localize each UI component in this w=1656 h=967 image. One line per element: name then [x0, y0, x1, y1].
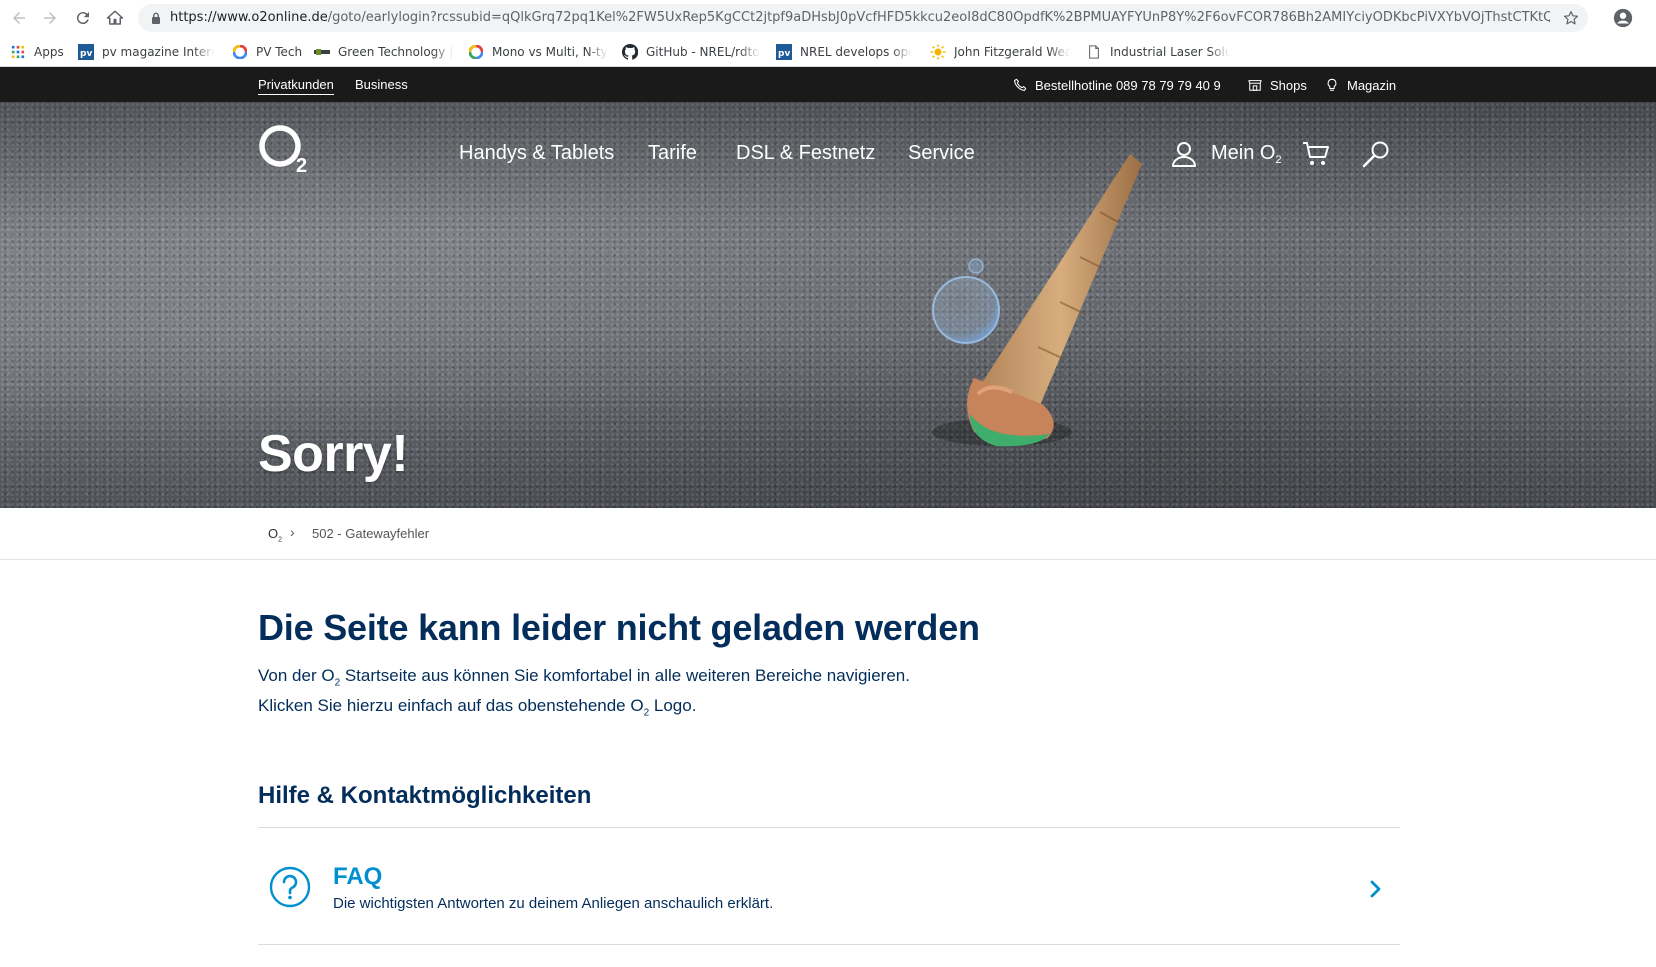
google-icon	[468, 44, 484, 60]
hero-title: Sorry!	[258, 425, 409, 483]
bookmark-apps[interactable]: Apps	[10, 43, 66, 61]
bookmark-label: Green Technology | C	[338, 45, 454, 59]
bookmark-label: pv magazine Internat	[102, 45, 214, 59]
bookmark-pv-tech[interactable]: PV Tech	[232, 43, 302, 61]
url-text[interactable]: https://www.o2online.de/goto/earlylogin?…	[170, 10, 1550, 25]
o2-logo[interactable]: 2	[258, 124, 314, 174]
bookmark-nrel-develops[interactable]: pv NREL develops open	[776, 43, 912, 61]
faq-description: Die wichtigsten Antworten zu deinem Anli…	[333, 895, 774, 912]
help-section-title: Hilfe & Kontaktmöglichkeiten	[258, 782, 592, 809]
shop-icon	[1248, 80, 1262, 91]
body-text-line-1: Von der O2 Startseite aus können Sie kom…	[258, 666, 910, 688]
bookmark-green-technology[interactable]: Green Technology | C	[314, 43, 454, 61]
hero-banner: 2 Handys & Tablets Tarife DSL & Festnetz…	[0, 102, 1656, 508]
address-bar[interactable]: https://www.o2online.de/goto/earlylogin?…	[138, 4, 1588, 32]
page-icon	[1086, 44, 1102, 60]
body-text-part: Von der O	[258, 666, 335, 685]
search-icon[interactable]	[1362, 140, 1390, 168]
cart-icon[interactable]	[1302, 140, 1330, 168]
profile-icon[interactable]	[1612, 7, 1634, 29]
bookmarks-bar: Apps pv pv magazine Internat PV Tech Gre…	[0, 36, 1656, 67]
question-circle-icon	[269, 866, 311, 908]
shops-link[interactable]: Shops	[1248, 77, 1307, 93]
sun-icon	[930, 44, 946, 60]
hotline-label: Bestellhotline 089 78 79 79 40 9	[1035, 77, 1221, 93]
back-icon[interactable]	[8, 7, 30, 29]
bookmark-pv-magazine[interactable]: pv pv magazine Internat	[78, 43, 214, 61]
body-text-part: Klicken Sie hierzu einfach auf das obens…	[258, 696, 644, 715]
lock-icon	[152, 12, 160, 24]
star-icon[interactable]	[1562, 9, 1580, 27]
mein-o2-link[interactable]: Mein O2	[1211, 142, 1282, 166]
github-icon	[622, 44, 638, 60]
green-tech-icon	[314, 44, 330, 60]
bookmark-label: Apps	[34, 45, 64, 59]
breadcrumb-home-sub: 2	[278, 536, 283, 544]
ice-cream-cone-image	[932, 154, 1142, 447]
faq-title: FAQ	[333, 863, 383, 890]
body-text-part: Logo.	[649, 696, 697, 715]
nav-tarife[interactable]: Tarife	[648, 142, 697, 165]
topbar-link-business[interactable]: Business	[355, 77, 408, 92]
browser-toolbar: https://www.o2online.de/goto/earlylogin?…	[0, 0, 1656, 36]
mein-o2-label: Mein O	[1211, 142, 1276, 164]
magazin-link[interactable]: Magazin	[1325, 77, 1396, 93]
faq-divider	[258, 944, 1400, 945]
breadcrumb-home[interactable]: O2	[268, 526, 282, 544]
breadcrumb-current: 502 - Gatewayfehler	[312, 526, 430, 541]
bookmark-label: PV Tech	[256, 45, 302, 59]
reload-icon[interactable]	[72, 7, 94, 29]
chevron-right-icon	[1370, 880, 1381, 898]
user-icon[interactable]	[1170, 140, 1198, 168]
svg-text:2: 2	[296, 155, 307, 174]
breadcrumb-separator: ›	[290, 524, 295, 540]
bookmark-label: NREL develops open	[800, 45, 912, 59]
pv-magazine-icon: pv	[776, 44, 792, 60]
bookmark-label: Mono vs Multi, N-typ	[492, 45, 608, 59]
pv-magazine-icon: pv	[78, 44, 94, 60]
phone-icon	[1014, 78, 1027, 91]
body-text-part: Startseite aus können Sie komfortabel in…	[340, 666, 910, 685]
svg-text:pv: pv	[778, 49, 790, 59]
bookmark-mono-vs-multi[interactable]: Mono vs Multi, N-typ	[468, 43, 608, 61]
mein-o2-sub: 2	[1275, 154, 1282, 166]
site-topbar: Privatkunden Business Bestellhotline 089…	[0, 67, 1656, 102]
faq-link[interactable]: FAQ Die wichtigsten Antworten zu deinem …	[258, 829, 1400, 944]
topbar-link-privatkunden[interactable]: Privatkunden	[258, 77, 334, 95]
pvtech-icon	[232, 44, 248, 60]
bookmark-john-fitzgerald[interactable]: John Fitzgerald Weav	[930, 43, 1070, 61]
breadcrumb: O2 › 502 - Gatewayfehler	[0, 508, 1656, 560]
bookmark-industrial-laser[interactable]: Industrial Laser Solut	[1086, 43, 1230, 61]
nav-dsl-festnetz[interactable]: DSL & Festnetz	[736, 142, 875, 165]
body-text-line-2: Klicken Sie hierzu einfach auf das obens…	[258, 696, 696, 718]
shops-label: Shops	[1270, 77, 1307, 93]
svg-text:pv: pv	[80, 49, 92, 59]
home-icon[interactable]	[104, 7, 126, 29]
apps-grid-icon	[10, 44, 26, 60]
bookmark-label: GitHub - NREL/rdtoo	[646, 45, 760, 59]
magazin-label: Magazin	[1347, 77, 1397, 93]
url-domain: https://www.o2online.de	[170, 10, 328, 25]
bookmark-github[interactable]: GitHub - NREL/rdtoo	[622, 43, 760, 61]
nav-service[interactable]: Service	[908, 142, 975, 165]
bulb-icon	[1327, 78, 1337, 91]
hotline-link[interactable]: Bestellhotline 089 78 79 79 40 9	[1013, 77, 1221, 93]
section-divider	[258, 827, 1400, 828]
page-headline: Die Seite kann leider nicht geladen werd…	[258, 607, 980, 648]
bookmark-label: John Fitzgerald Weav	[954, 45, 1070, 59]
bookmark-label: Industrial Laser Solut	[1110, 45, 1230, 59]
breadcrumb-home-label: O	[268, 526, 279, 541]
forward-icon[interactable]	[39, 7, 61, 29]
nav-handys-tablets[interactable]: Handys & Tablets	[459, 142, 614, 165]
url-path: /goto/earlylogin?rcssubid=qQlkGrq72pq1Ke…	[327, 10, 1550, 25]
